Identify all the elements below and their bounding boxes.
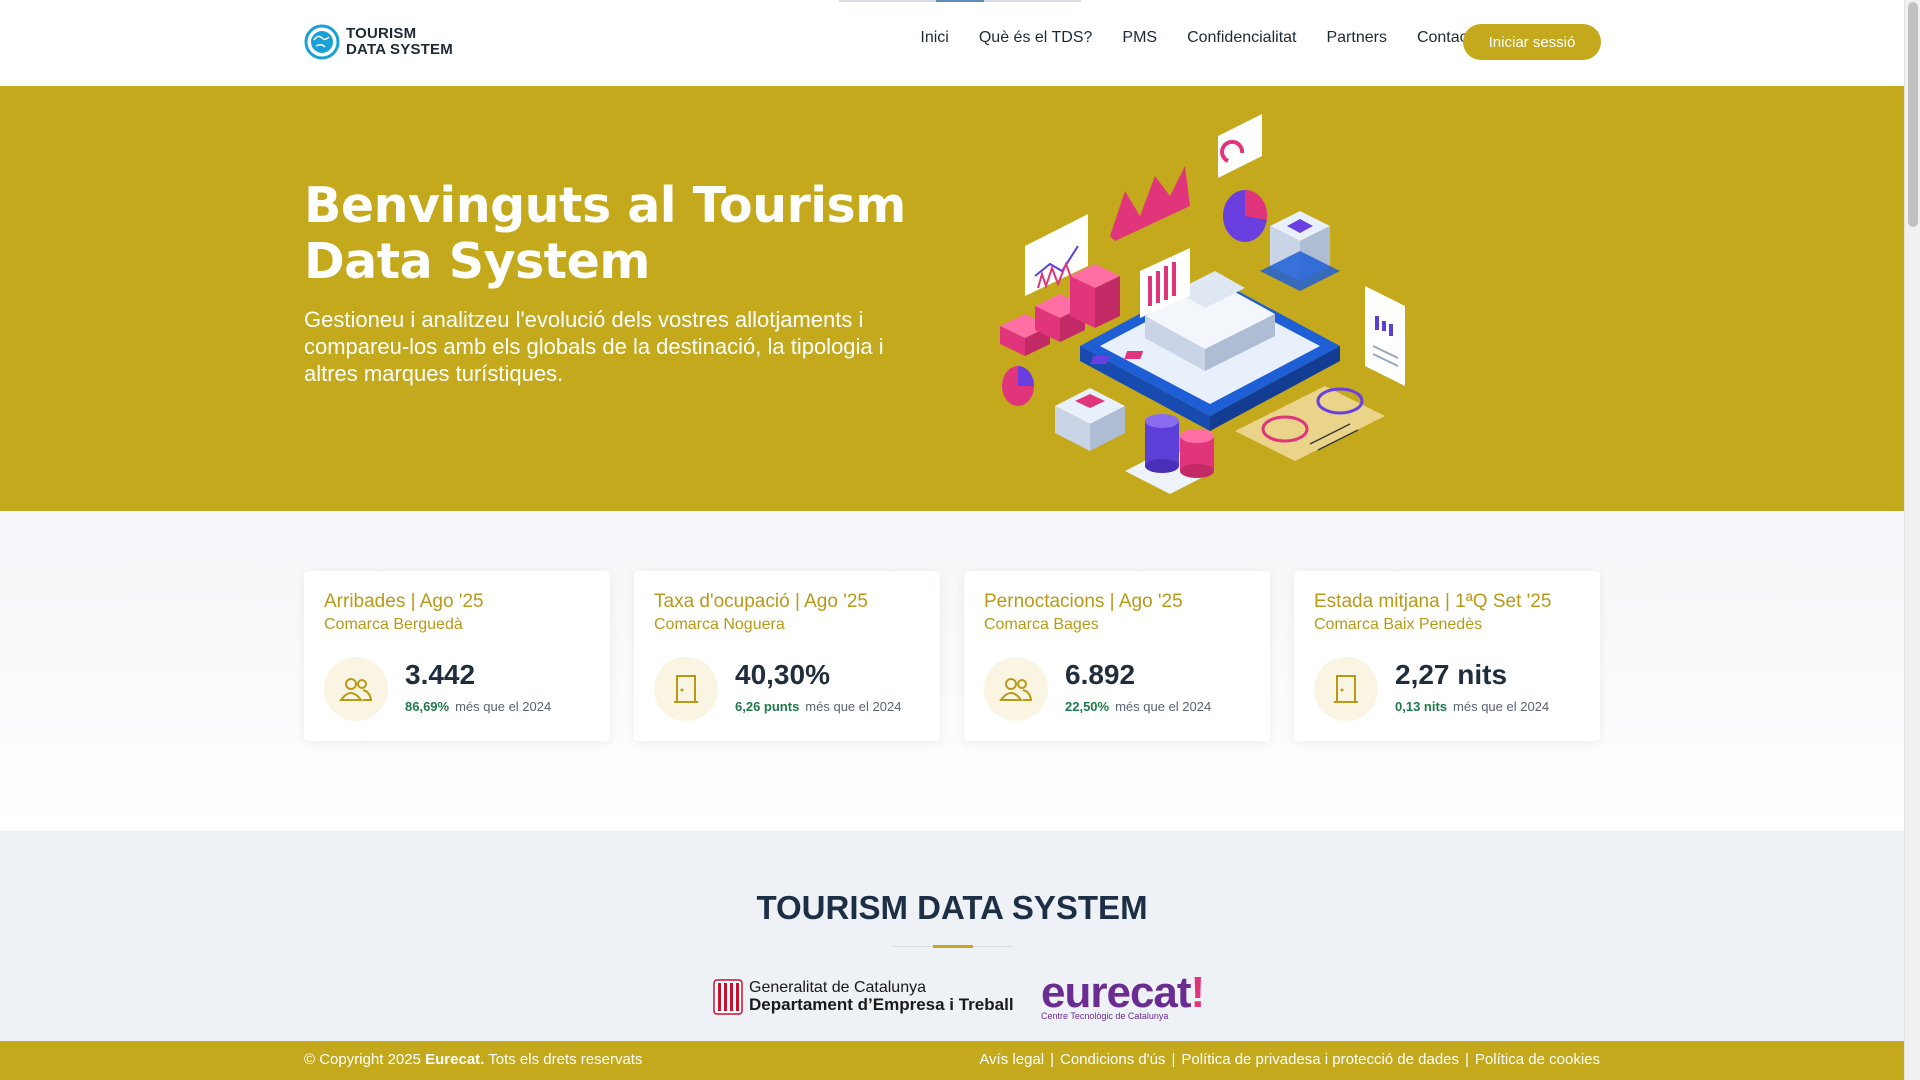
footer-link-avis-legal[interactable]: Avís legal xyxy=(979,1051,1044,1068)
stat-subtitle: Comarca Berguedà xyxy=(324,616,463,633)
stat-card-estada: Estada mitjana | 1ªQ Set '25 Comarca Bai… xyxy=(1294,571,1600,741)
gencat-line1: Generalitat de Catalunya xyxy=(749,979,926,996)
stat-value: 3.442 xyxy=(405,659,476,690)
stat-title: Estada mitjana | 1ªQ Set '25 xyxy=(1314,591,1552,612)
site-footer: © Copyright 2025 Eurecat. Tots els drets… xyxy=(0,1041,1904,1080)
stat-delta-text: més que el 2024 xyxy=(455,699,552,714)
top-progress-line xyxy=(839,0,1081,2)
stat-delta-value: 0,13 nits xyxy=(1395,699,1448,714)
footer-link-privadesa[interactable]: Política de privadesa i protecció de dad… xyxy=(1181,1051,1459,1068)
stat-card-ocupacio: Taxa d'ocupació | Ago '25 Comarca Noguer… xyxy=(634,571,940,741)
nav-partners[interactable]: Partners xyxy=(1326,29,1386,47)
nav-inici[interactable]: Inici xyxy=(920,29,948,47)
people-icon xyxy=(324,657,388,721)
stat-title: Pernoctacions | Ago '25 xyxy=(984,591,1183,612)
gencat-line2: Departament d’Empresa i Treball xyxy=(749,995,1014,1014)
copyright-prefix: © Copyright 2025 xyxy=(304,1051,421,1068)
stats-section: Arribades | Ago '25 Comarca Berguedà 3.4… xyxy=(0,511,1904,831)
area-chart xyxy=(1110,166,1190,241)
right-cube xyxy=(1260,211,1340,291)
copyright: © Copyright 2025 Eurecat. Tots els drets… xyxy=(304,1051,642,1068)
footer-link-condicions[interactable]: Condicions d'ús xyxy=(1060,1051,1165,1068)
site-logo[interactable]: TOURISM DATA SYSTEM xyxy=(304,24,453,60)
gauge-card xyxy=(1218,114,1262,178)
nav-pms[interactable]: PMS xyxy=(1122,29,1157,47)
title-divider xyxy=(893,945,1013,948)
stat-subtitle: Comarca Noguera xyxy=(654,616,785,633)
partners-section: TOURISM DATA SYSTEM Generalitat de Catal… xyxy=(0,831,1904,1041)
stat-delta-value: 86,69% xyxy=(405,699,450,714)
brand-line1: TOURISM xyxy=(346,25,417,42)
stat-delta: 0,13 nits més que el 2024 xyxy=(1395,699,1549,714)
stat-subtitle: Comarca Bages xyxy=(984,616,1099,633)
page: TOURISM DATA SYSTEM Inici Què és el TDS?… xyxy=(0,0,1904,1080)
eurecat-accent: ! xyxy=(1190,968,1206,1017)
login-button[interactable]: Iniciar sessió xyxy=(1463,24,1601,60)
stat-delta-value: 22,50% xyxy=(1065,699,1110,714)
site-header: TOURISM DATA SYSTEM Inici Què és el TDS?… xyxy=(0,0,1904,86)
nav-que-es[interactable]: Què és el TDS? xyxy=(979,29,1093,47)
stat-delta: 6,26 punts més que el 2024 xyxy=(735,699,901,714)
eurecat-name: eurecat! xyxy=(1041,968,1205,1017)
footer-link-cookies[interactable]: Política de cookies xyxy=(1475,1051,1600,1068)
stat-delta-text: més que el 2024 xyxy=(805,699,902,714)
door-icon xyxy=(1314,657,1378,721)
hero-section: Benvinguts al Tourism Data System Gestio… xyxy=(0,86,1904,511)
document-card xyxy=(1365,286,1405,386)
eurecat-logo[interactable]: eurecat! Centre Tecnològic de Catalunya xyxy=(1041,968,1205,1022)
hero-subtitle: Gestioneu i analitzeu l'evolució dels vo… xyxy=(304,307,884,386)
stat-value: 2,27 nits xyxy=(1395,659,1508,690)
small-pie xyxy=(1002,366,1034,406)
stat-title: Arribades | Ago '25 xyxy=(324,591,484,612)
main-nav: Inici Què és el TDS? PMS Confidencialita… xyxy=(890,29,1481,47)
pie-chart xyxy=(1223,189,1268,242)
copyright-brand[interactable]: Eurecat. xyxy=(425,1051,484,1068)
copyright-suffix: Tots els drets reservats xyxy=(488,1051,643,1068)
dashboard-illustration xyxy=(1000,114,1405,494)
nav-confidencialitat[interactable]: Confidencialitat xyxy=(1187,29,1296,47)
stat-delta-value: 6,26 punts xyxy=(735,699,800,714)
hero-title: Benvinguts al Tourism Data System xyxy=(304,177,906,290)
bottom-left-cube xyxy=(1055,388,1125,451)
people-icon xyxy=(984,657,1048,721)
stat-delta-text: més que el 2024 xyxy=(1115,699,1212,714)
brand-line2: DATA SYSTEM xyxy=(346,41,453,58)
stat-subtitle: Comarca Baix Penedès xyxy=(1314,616,1483,633)
stat-value: 6.892 xyxy=(1065,659,1136,690)
stat-value: 40,30% xyxy=(735,659,830,690)
stat-title: Taxa d'ocupació | Ago '25 xyxy=(654,591,868,612)
page-scrollbar[interactable] xyxy=(1904,0,1920,1080)
stat-delta: 22,50% més que el 2024 xyxy=(1065,699,1211,714)
gencat-flag-icon xyxy=(713,979,743,1015)
partners-title: TOURISM DATA SYSTEM xyxy=(756,889,1148,926)
scrollbar-thumb[interactable] xyxy=(1908,2,1918,227)
globe-icon xyxy=(304,24,340,60)
stat-delta-text: més que el 2024 xyxy=(1453,699,1550,714)
gencat-logo[interactable]: Generalitat de Catalunya Departament d’E… xyxy=(713,979,1014,1015)
door-icon xyxy=(654,657,718,721)
stat-delta: 86,69% més que el 2024 xyxy=(405,699,551,714)
stat-card-arribades: Arribades | Ago '25 Comarca Berguedà 3.4… xyxy=(304,571,610,741)
stat-card-pernoctacions: Pernoctacions | Ago '25 Comarca Bages 6.… xyxy=(964,571,1270,741)
footer-links: Avís legal | Condicions d'ús | Política de p… xyxy=(979,1051,1600,1068)
